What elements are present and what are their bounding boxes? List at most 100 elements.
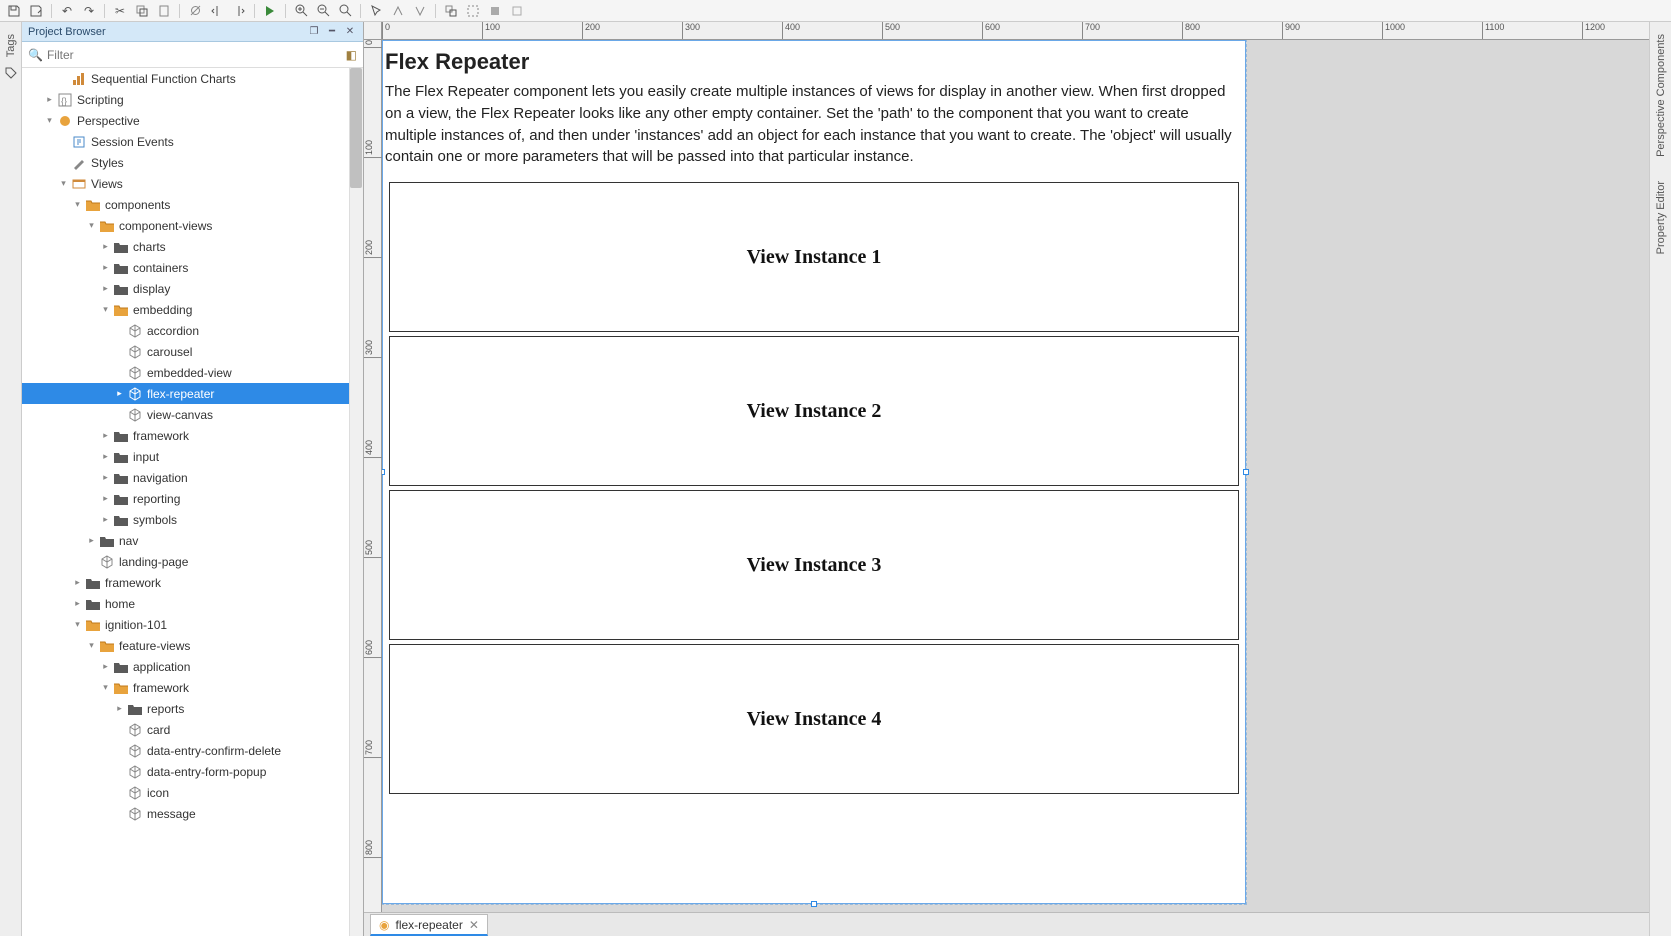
tree-node-ignition-101[interactable]: ▾ignition-101: [22, 614, 363, 635]
caret-icon[interactable]: ▸: [44, 94, 55, 105]
tree-node-application[interactable]: ▸application: [22, 656, 363, 677]
view-instance-4[interactable]: View Instance 4: [389, 644, 1239, 794]
selection-handle[interactable]: [382, 469, 385, 475]
tree-node-Styles[interactable]: Styles: [22, 152, 363, 173]
caret-icon[interactable]: ▸: [100, 451, 111, 462]
caret-icon[interactable]: ▸: [100, 430, 111, 441]
caret-icon[interactable]: ▾: [100, 682, 111, 693]
view-instance-2[interactable]: View Instance 2: [389, 336, 1239, 486]
tree-node-feature-views[interactable]: ▾feature-views: [22, 635, 363, 656]
caret-icon[interactable]: ▾: [44, 115, 55, 126]
close-icon[interactable]: ✕: [469, 918, 479, 932]
caret-icon[interactable]: ▾: [86, 220, 97, 231]
tags-tab[interactable]: Tags: [3, 28, 19, 63]
caret-icon[interactable]: ▸: [72, 598, 83, 609]
filter-input[interactable]: [47, 48, 346, 62]
caret-icon[interactable]: ▸: [100, 241, 111, 252]
undo-icon[interactable]: ↶: [57, 2, 77, 20]
caret-icon[interactable]: ▸: [114, 703, 125, 714]
tree-node-framework[interactable]: ▸framework: [22, 425, 363, 446]
align-1-icon[interactable]: [485, 2, 505, 20]
tree-node-embedding[interactable]: ▾embedding: [22, 299, 363, 320]
route-2-icon[interactable]: [410, 2, 430, 20]
tree-node-framework[interactable]: ▾framework: [22, 677, 363, 698]
caret-icon[interactable]: ▸: [72, 577, 83, 588]
tree-node-embedded-view[interactable]: embedded-view: [22, 362, 363, 383]
align-2-icon[interactable]: [507, 2, 527, 20]
tree-node-Scripting[interactable]: ▸{}Scripting: [22, 89, 363, 110]
tree-node-card[interactable]: card: [22, 719, 363, 740]
panel-minimize-icon[interactable]: ━: [325, 25, 339, 39]
tree-node-components[interactable]: ▾components: [22, 194, 363, 215]
tree-node-data-entry-confirm-delete[interactable]: data-entry-confirm-delete: [22, 740, 363, 761]
tree-node-nav[interactable]: ▸nav: [22, 530, 363, 551]
tree-node-landing-page[interactable]: landing-page: [22, 551, 363, 572]
tree-node-navigation[interactable]: ▸navigation: [22, 467, 363, 488]
caret-icon[interactable]: ▾: [100, 304, 111, 315]
tree-node-framework[interactable]: ▸framework: [22, 572, 363, 593]
selection-handle[interactable]: [811, 901, 817, 907]
play-icon[interactable]: [260, 2, 280, 20]
caret-icon[interactable]: ▾: [72, 199, 83, 210]
bug-off-icon[interactable]: [185, 2, 205, 20]
tree-node-symbols[interactable]: ▸symbols: [22, 509, 363, 530]
ungroup-icon[interactable]: [463, 2, 483, 20]
view-instance-3[interactable]: View Instance 3: [389, 490, 1239, 640]
caret-icon[interactable]: ▸: [100, 661, 111, 672]
tree-node-view-canvas[interactable]: view-canvas: [22, 404, 363, 425]
caret-icon[interactable]: ▸: [100, 493, 111, 504]
caret-icon[interactable]: ▾: [58, 178, 69, 189]
tree-node-accordion[interactable]: accordion: [22, 320, 363, 341]
tree-scrollbar[interactable]: [349, 68, 363, 936]
caret-icon[interactable]: ▸: [100, 472, 111, 483]
tree-node-charts[interactable]: ▸charts: [22, 236, 363, 257]
property-editor-tab[interactable]: Property Editor: [1653, 175, 1669, 260]
design-surface[interactable]: Flex Repeater The Flex Repeater componen…: [382, 40, 1649, 912]
redo-icon[interactable]: ↷: [79, 2, 99, 20]
compare-left-icon[interactable]: [207, 2, 227, 20]
tree-node-Session-Events[interactable]: Session Events: [22, 131, 363, 152]
caret-icon[interactable]: ▸: [100, 514, 111, 525]
tree-node-carousel[interactable]: carousel: [22, 341, 363, 362]
paste-icon[interactable]: [154, 2, 174, 20]
tree-node-containers[interactable]: ▸containers: [22, 257, 363, 278]
caret-icon[interactable]: ▸: [100, 262, 111, 273]
project-tree[interactable]: Sequential Function Charts▸{}Scripting▾P…: [22, 68, 363, 936]
save-as-icon[interactable]: [26, 2, 46, 20]
panel-restore-icon[interactable]: ❐: [307, 25, 321, 39]
tree-node-display[interactable]: ▸display: [22, 278, 363, 299]
cut-icon[interactable]: ✂: [110, 2, 130, 20]
save-icon[interactable]: [4, 2, 24, 20]
route-1-icon[interactable]: [388, 2, 408, 20]
tree-node-data-entry-form-popup[interactable]: data-entry-form-popup: [22, 761, 363, 782]
group-icon[interactable]: [441, 2, 461, 20]
caret-icon[interactable]: ▾: [72, 619, 83, 630]
zoom-out-icon[interactable]: [313, 2, 333, 20]
view-instance-1[interactable]: View Instance 1: [389, 182, 1239, 332]
zoom-fit-icon[interactable]: [335, 2, 355, 20]
components-tab[interactable]: Perspective Components: [1653, 28, 1669, 163]
caret-icon[interactable]: ▸: [86, 535, 97, 546]
view-root[interactable]: Flex Repeater The Flex Repeater componen…: [382, 40, 1246, 904]
caret-icon[interactable]: ▸: [100, 283, 111, 294]
tree-node-home[interactable]: ▸home: [22, 593, 363, 614]
compare-right-icon[interactable]: [229, 2, 249, 20]
tree-node-input[interactable]: ▸input: [22, 446, 363, 467]
tab-flex-repeater[interactable]: ◉ flex-repeater ✕: [370, 914, 488, 936]
tree-node-Perspective[interactable]: ▾Perspective: [22, 110, 363, 131]
filter-options-icon[interactable]: ◧: [346, 48, 357, 62]
tree-node-message[interactable]: message: [22, 803, 363, 824]
tree-node-reporting[interactable]: ▸reporting: [22, 488, 363, 509]
tree-node-Sequential-Function-Charts[interactable]: Sequential Function Charts: [22, 68, 363, 89]
tree-node-Views[interactable]: ▾Views: [22, 173, 363, 194]
caret-icon[interactable]: ▾: [86, 640, 97, 651]
caret-icon[interactable]: ▸: [114, 388, 125, 399]
pointer-icon[interactable]: [366, 2, 386, 20]
tree-node-icon[interactable]: icon: [22, 782, 363, 803]
zoom-in-icon[interactable]: [291, 2, 311, 20]
panel-close-icon[interactable]: ✕: [343, 25, 357, 39]
tree-node-component-views[interactable]: ▾component-views: [22, 215, 363, 236]
copy-icon[interactable]: [132, 2, 152, 20]
tree-node-flex-repeater[interactable]: ▸flex-repeater: [22, 383, 363, 404]
selection-handle[interactable]: [1243, 469, 1249, 475]
